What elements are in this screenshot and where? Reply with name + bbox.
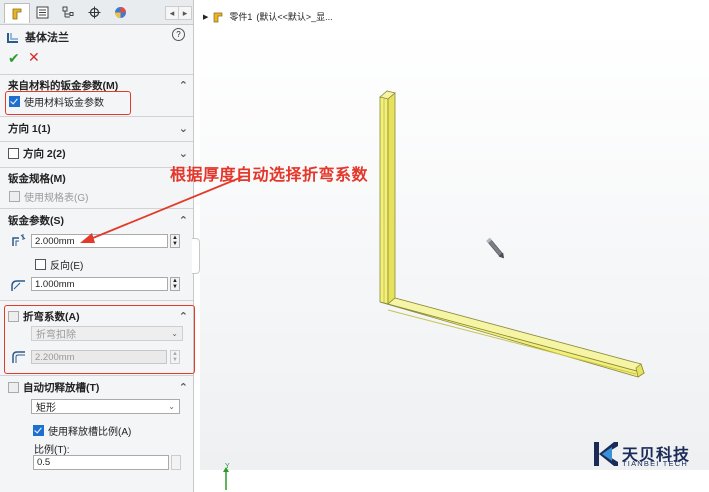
- divider: [0, 74, 193, 75]
- cancel-button[interactable]: ✕: [28, 49, 40, 66]
- section-direction1-label: 方向 1(1): [8, 122, 51, 135]
- divider: [0, 167, 193, 168]
- crosshair-icon: [88, 6, 100, 19]
- highlight-bend-allowance: [4, 305, 195, 374]
- divider: [0, 375, 193, 376]
- section-relief-header[interactable]: 自动切释放槽(T) ⌃: [8, 380, 188, 394]
- section-direction1-header[interactable]: 方向 1(1) ⌄: [8, 121, 188, 135]
- bend-radius-input[interactable]: 1.000mm: [31, 277, 168, 291]
- divider: [0, 141, 193, 142]
- part-icon: [214, 12, 223, 22]
- feature-title-label: 基体法兰: [25, 32, 69, 44]
- tab-property-manager[interactable]: [30, 3, 54, 22]
- graphics-viewport[interactable]: [200, 30, 709, 470]
- breadcrumb-config[interactable]: (默认<<默认>_显...: [256, 10, 332, 23]
- highlight-material-params: [5, 91, 131, 115]
- section-relief-label: 自动切释放槽(T): [23, 381, 100, 394]
- auto-relief-checkbox[interactable]: [8, 381, 19, 393]
- thickness-icon: [9, 232, 29, 250]
- tab-feature-manager[interactable]: [4, 3, 30, 23]
- section-direction2-header[interactable]: 方向 2(2) ⌄: [8, 146, 188, 160]
- expand-chevron-icon[interactable]: ⌄: [179, 147, 188, 160]
- collapse-chevron-icon[interactable]: ⌃: [179, 381, 188, 394]
- collapse-chevron-icon[interactable]: ⌃: [179, 79, 188, 92]
- bend-radius-icon: [9, 276, 29, 294]
- property-list-icon: [36, 6, 48, 19]
- spin-down-icon[interactable]: ▼: [172, 284, 178, 290]
- tab-dimxpert[interactable]: [82, 3, 106, 22]
- chevron-down-icon: ⌄: [168, 402, 175, 411]
- logo-subtext: TIANBEI TECH: [622, 459, 688, 468]
- tab-display-manager[interactable]: [108, 3, 132, 22]
- tab-configuration-manager[interactable]: [56, 3, 80, 22]
- feature-title: 基体法兰: [6, 29, 188, 45]
- annotation-arrow-icon: [80, 176, 243, 243]
- base-flange-icon: [7, 32, 18, 43]
- relief-ratio-input[interactable]: 0.5: [33, 455, 169, 470]
- breadcrumb-part-name[interactable]: 零件1: [229, 10, 252, 23]
- company-logo: 天贝科技 TIANBEI TECH: [594, 440, 706, 470]
- tabs-scroll-right-icon[interactable]: ▸: [178, 6, 192, 20]
- relief-ratio-label-row: 比例(T):: [34, 441, 70, 456]
- divider: [0, 116, 193, 117]
- tabs-scroll-left-icon[interactable]: ◂: [165, 6, 179, 20]
- relief-type-select[interactable]: 矩形 ⌄: [31, 399, 180, 414]
- logo-mark-icon: [594, 442, 618, 466]
- section-gauge-label: 钣金规格(M): [8, 172, 66, 185]
- relief-type-value: 矩形: [36, 403, 56, 414]
- breadcrumb: ▶ 零件1 (默认<<默认>_显...: [203, 10, 333, 23]
- section-material-header[interactable]: 来自材料的钣金参数(M) ⌃: [8, 78, 188, 92]
- divider: [0, 300, 193, 301]
- panel-tabs: ◂ ▸: [0, 0, 193, 25]
- relief-ratio-spinner[interactable]: [171, 455, 181, 470]
- use-relief-ratio-checkbox[interactable]: 使用释放槽比例(A): [33, 423, 131, 438]
- bend-radius-spinner[interactable]: ▲ ▼: [170, 277, 180, 291]
- section-direction2-label: 方向 2(2): [23, 147, 66, 160]
- section-params-label: 钣金参数(S): [8, 214, 64, 227]
- expand-chevron-icon[interactable]: ⌄: [179, 122, 188, 135]
- checkbox-empty-icon[interactable]: [35, 259, 46, 270]
- relief-ratio-label: 比例(T):: [34, 445, 70, 456]
- direction2-checkbox[interactable]: [8, 147, 19, 159]
- breadcrumb-arrow-icon[interactable]: ▶: [203, 13, 208, 21]
- checkbox-disabled-icon[interactable]: [9, 191, 20, 202]
- feature-tree-icon: [12, 8, 22, 19]
- ok-button[interactable]: ✔: [8, 50, 20, 67]
- checkbox-checked-icon[interactable]: [33, 425, 44, 436]
- appearance-ball-icon: [114, 7, 126, 18]
- axis-y-label: Y: [225, 463, 230, 470]
- use-relief-ratio-label: 使用释放槽比例(A): [48, 427, 132, 438]
- help-icon[interactable]: ?: [172, 28, 185, 41]
- config-tree-icon: [62, 6, 73, 18]
